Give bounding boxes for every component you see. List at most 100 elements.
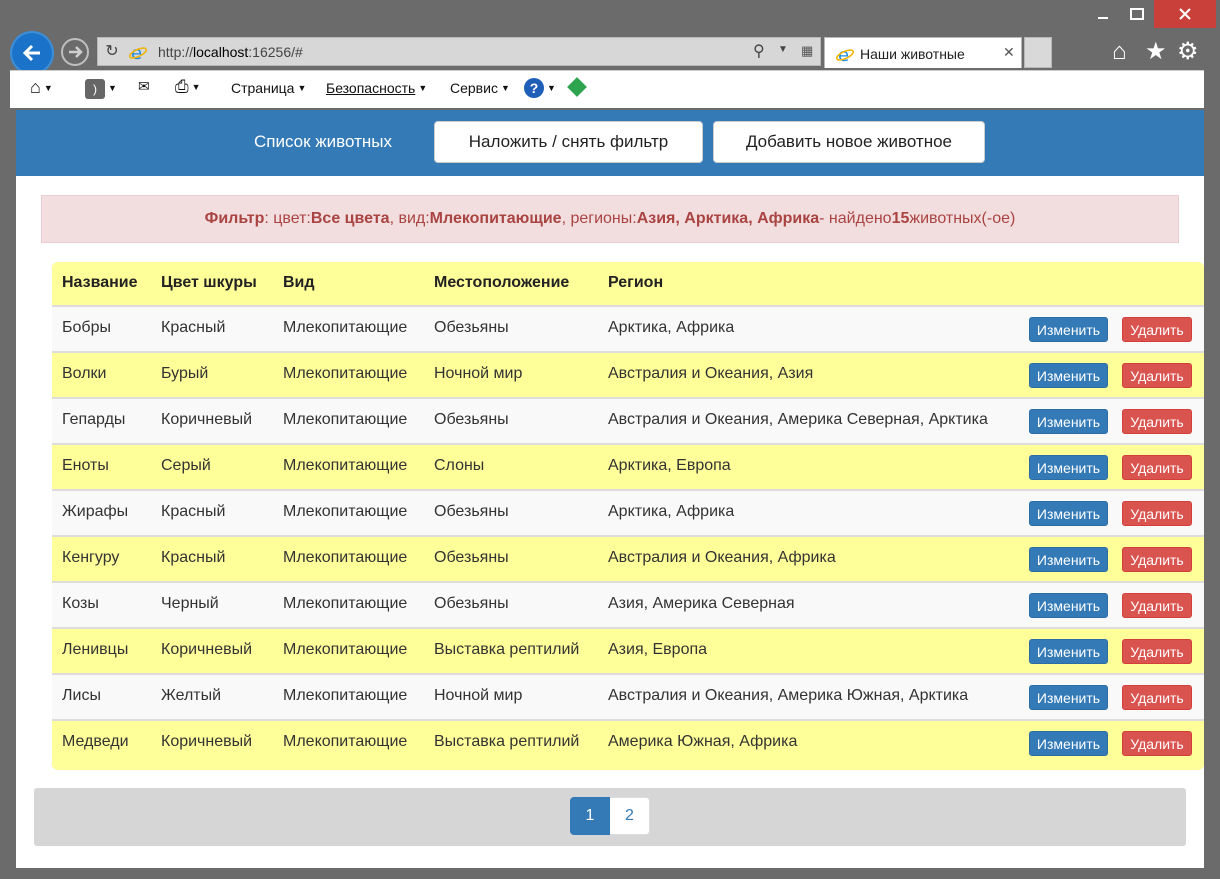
cell-color: Коричневый bbox=[161, 411, 253, 428]
header-name[interactable]: Название bbox=[62, 262, 138, 306]
print-icon[interactable]: ⎙ ▼ bbox=[175, 77, 201, 97]
filter-regions-label: , регионы: bbox=[561, 210, 637, 227]
home-icon[interactable]: ⌂ ▼ bbox=[30, 77, 53, 98]
help-icon[interactable]: ? ▼ bbox=[524, 78, 556, 98]
edit-button[interactable]: Изменить bbox=[1029, 685, 1108, 710]
delete-button[interactable]: Удалить bbox=[1122, 547, 1192, 572]
header-location[interactable]: Местоположение bbox=[434, 262, 569, 306]
cell-kind: Млекопитающие bbox=[283, 503, 408, 520]
menu-service[interactable]: Сервис ▼ bbox=[450, 80, 510, 96]
ie-logo-icon: e bbox=[835, 45, 855, 64]
cell-location: Ночной мир bbox=[434, 687, 523, 704]
gear-icon[interactable]: ⚙ bbox=[1177, 39, 1199, 65]
cell-name: Еноты bbox=[62, 457, 109, 474]
delete-button[interactable]: Удалить bbox=[1122, 501, 1192, 526]
page-content: Список животных Наложить / снять фильтр … bbox=[16, 110, 1204, 868]
edit-button[interactable]: Изменить bbox=[1029, 501, 1108, 526]
new-tab-button[interactable] bbox=[1024, 37, 1052, 68]
filter-regions-value: Азия, Арктика, Африка bbox=[636, 210, 820, 227]
cell-region: Австралия и Океания, Америка Южная, Аркт… bbox=[608, 687, 969, 704]
add-animal-button[interactable]: Добавить новое животное bbox=[713, 121, 985, 163]
cell-kind: Млекопитающие bbox=[283, 687, 408, 704]
cell-region: Америка Южная, Африка bbox=[608, 733, 798, 750]
table-row: Лисы Желтый Млекопитающие Ночной мир Авс… bbox=[52, 673, 1204, 719]
table-row: Ленивцы Коричневый Млекопитающие Выставк… bbox=[52, 627, 1204, 673]
tab-close-icon[interactable]: ✕ bbox=[1003, 44, 1015, 61]
forward-button[interactable] bbox=[61, 38, 89, 66]
cell-kind: Млекопитающие bbox=[283, 549, 408, 566]
menu-security[interactable]: Безопасность ▼ bbox=[326, 80, 427, 96]
cell-name: Лисы bbox=[62, 687, 101, 704]
address-bar[interactable]: ↻ e http://localhost:16256/# ⚲ ▼ ▦ bbox=[97, 37, 821, 66]
delete-button[interactable]: Удалить bbox=[1122, 639, 1192, 664]
pagination-bar: 1 2 bbox=[34, 788, 1186, 846]
cell-kind: Млекопитающие bbox=[283, 733, 408, 750]
cell-name: Бобры bbox=[62, 319, 111, 336]
found-suffix: животных(-ое) bbox=[909, 210, 1016, 227]
edit-button[interactable]: Изменить bbox=[1029, 593, 1108, 618]
back-button[interactable] bbox=[10, 31, 54, 75]
delete-button[interactable]: Удалить bbox=[1122, 593, 1192, 618]
maximize-icon bbox=[1130, 8, 1144, 20]
delete-button[interactable]: Удалить bbox=[1122, 731, 1192, 756]
chevron-down-icon[interactable]: ▼ bbox=[778, 44, 788, 55]
table-row: Медведи Коричневый Млекопитающие Выставк… bbox=[52, 719, 1204, 765]
edit-button[interactable]: Изменить bbox=[1029, 317, 1108, 342]
cell-location: Обезьяны bbox=[434, 319, 509, 336]
cell-color: Красный bbox=[161, 503, 226, 520]
addon-icon[interactable] bbox=[567, 77, 587, 97]
toggle-filter-button[interactable]: Наложить / снять фильтр bbox=[434, 121, 703, 163]
feeds-icon[interactable]: ) ▼ bbox=[85, 79, 117, 99]
cell-kind: Млекопитающие bbox=[283, 365, 408, 382]
cell-name: Козы bbox=[62, 595, 99, 612]
filter-label: Фильтр bbox=[204, 210, 265, 227]
minimize-button[interactable] bbox=[1086, 0, 1120, 28]
edit-button[interactable]: Изменить bbox=[1029, 731, 1108, 756]
edit-button[interactable]: Изменить bbox=[1029, 639, 1108, 664]
table-row: Еноты Серый Млекопитающие Слоны Арктика,… bbox=[52, 443, 1204, 489]
cell-color: Желтый bbox=[161, 687, 222, 704]
header-color[interactable]: Цвет шкуры bbox=[161, 262, 257, 306]
page-link-1[interactable]: 1 bbox=[570, 797, 610, 835]
refresh-icon[interactable]: ↻ bbox=[102, 42, 122, 62]
search-icon[interactable]: ⚲ bbox=[753, 41, 765, 61]
forward-icon bbox=[69, 46, 83, 58]
back-icon bbox=[22, 44, 40, 62]
compat-view-icon[interactable]: ▦ bbox=[801, 43, 813, 59]
edit-button[interactable]: Изменить bbox=[1029, 547, 1108, 572]
menu-page[interactable]: Страница ▼ bbox=[231, 80, 306, 96]
cell-kind: Млекопитающие bbox=[283, 411, 408, 428]
page-link-2[interactable]: 2 bbox=[610, 797, 650, 835]
delete-button[interactable]: Удалить bbox=[1122, 455, 1192, 480]
maximize-button[interactable] bbox=[1120, 0, 1154, 28]
browser-tab[interactable]: e Наши животные ✕ bbox=[824, 37, 1022, 68]
cell-location: Обезьяны bbox=[434, 549, 509, 566]
address-url: http://localhost:16256/# bbox=[158, 44, 303, 60]
cell-region: Австралия и Океания, Америка Северная, А… bbox=[608, 411, 988, 428]
navbar-brand[interactable]: Список животных bbox=[254, 132, 392, 152]
browser-window: ↻ e http://localhost:16256/# ⚲ ▼ ▦ e Наш… bbox=[0, 0, 1220, 879]
cell-color: Коричневый bbox=[161, 641, 253, 658]
favorites-star-icon[interactable]: ★ bbox=[1145, 39, 1167, 65]
home-icon[interactable]: ⌂ bbox=[1112, 39, 1127, 65]
filter-color-value: Все цвета bbox=[310, 210, 390, 227]
close-window-button[interactable] bbox=[1154, 0, 1216, 28]
header-region[interactable]: Регион bbox=[608, 262, 663, 306]
cell-location: Обезьяны bbox=[434, 411, 509, 428]
cell-name: Кенгуру bbox=[62, 549, 120, 566]
delete-button[interactable]: Удалить bbox=[1122, 317, 1192, 342]
cell-color: Бурый bbox=[161, 365, 209, 382]
cell-location: Выставка рептилий bbox=[434, 641, 580, 658]
edit-button[interactable]: Изменить bbox=[1029, 363, 1108, 388]
cell-region: Арктика, Африка bbox=[608, 319, 735, 336]
delete-button[interactable]: Удалить bbox=[1122, 685, 1192, 710]
found-label: - найдено bbox=[819, 210, 892, 227]
ie-logo-icon: e bbox=[128, 43, 148, 62]
delete-button[interactable]: Удалить bbox=[1122, 409, 1192, 434]
delete-button[interactable]: Удалить bbox=[1122, 363, 1192, 388]
header-kind[interactable]: Вид bbox=[283, 262, 315, 306]
cell-kind: Млекопитающие bbox=[283, 595, 408, 612]
mail-icon[interactable]: ✉ bbox=[138, 78, 150, 95]
edit-button[interactable]: Изменить bbox=[1029, 409, 1108, 434]
edit-button[interactable]: Изменить bbox=[1029, 455, 1108, 480]
